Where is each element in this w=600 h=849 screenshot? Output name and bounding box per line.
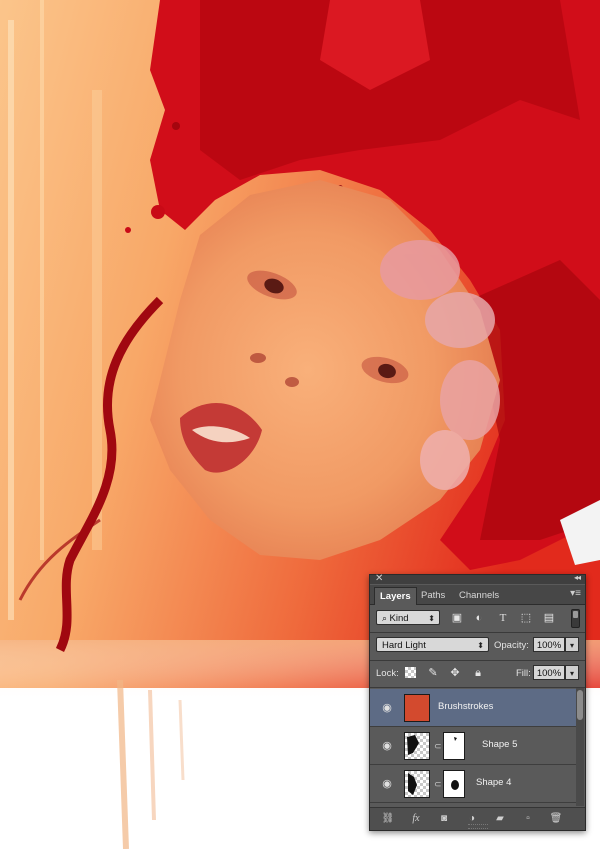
lock-row: Lock: ✎ ✥ 🔒︎ Fill: 100% ▾ [370,663,585,685]
new-layer-icon[interactable]: ▫ [520,811,536,827]
link-chain-icon[interactable]: ⊂ [434,741,442,752]
layers-panel: ✕ ◂◂ Layers Paths Channels ▾≡ ⌕ Kind ⬍ ▣… [369,573,586,831]
tab-channels[interactable]: Channels [454,587,504,604]
lock-position-icon[interactable]: ✥ [448,666,462,680]
panel-tabs: Layers Paths Channels ▾≡ [370,585,585,605]
mask-shape-icon [451,780,459,790]
fx-icon[interactable]: fx [408,811,424,827]
blend-mode-dropdown[interactable]: Hard Light ⬍ [376,637,489,652]
fill-label: Fill: [516,668,531,679]
lock-transparent-icon[interactable] [405,667,416,678]
close-icon[interactable]: ✕ [375,573,383,584]
panel-footer: ⛓︎ fx ◙ ◑ ▰ ▫ 🗑︎ [370,807,585,830]
opacity-label: Opacity: [494,640,529,651]
layer-thumbnail [404,770,430,798]
adjustment-filter-icon[interactable]: ◐ [472,611,486,625]
filter-row: ⌕ Kind ⬍ ▣ ◐ T ⬚ ▤ [370,608,585,630]
type-filter-icon[interactable]: T [496,611,510,625]
fill-slider-toggle[interactable]: ▾ [565,665,579,680]
divider [370,632,585,633]
layer-name[interactable]: Brushstrokes [438,701,493,712]
filter-kind-dropdown[interactable]: ⌕ Kind ⬍ [376,610,440,625]
blend-row: Hard Light ⬍ Opacity: 100% ▾ [370,635,585,657]
visibility-eye-icon[interactable]: ◉ [379,778,395,790]
opacity-input[interactable]: 100% [533,637,565,652]
vector-mask-thumbnail [443,770,465,798]
layer-thumbnail [404,732,430,760]
image-filter-icon[interactable]: ▣ [450,611,464,625]
panel-menu-icon[interactable]: ▾≡ [570,588,581,599]
lock-label: Lock: [376,668,399,679]
vector-mask-thumbnail [443,732,465,760]
fill-input[interactable]: 100% [533,665,565,680]
visibility-eye-icon[interactable]: ◉ [379,740,395,752]
scrollbar-thumb[interactable] [577,690,583,720]
resize-grip[interactable] [468,824,488,829]
link-layers-icon[interactable]: ⛓︎ [380,811,396,827]
trash-icon[interactable]: 🗑︎ [548,811,564,827]
tab-layers[interactable]: Layers [374,587,417,605]
filter-kind-label: Kind [389,613,409,624]
layer-name[interactable]: Shape 5 [482,739,517,750]
chevron-updown-icon: ⬍ [477,641,484,650]
panel-titlebar: ✕ ◂◂ [370,573,585,584]
smart-object-filter-icon[interactable]: ▤ [542,611,556,625]
divider [370,687,585,688]
blend-mode-value: Hard Light [382,640,426,651]
search-icon: ⌕ [382,613,390,623]
chevron-updown-icon: ⬍ [428,614,435,623]
tab-paths[interactable]: Paths [416,587,450,604]
lock-all-icon[interactable]: 🔒︎ [471,666,485,680]
shape-icon [407,735,419,755]
layer-row-shape-5[interactable]: ◉ ⊂ Shape 5 [370,727,576,765]
add-mask-icon[interactable]: ◙ [436,811,452,827]
layer-row-brushstrokes[interactable]: ◉ Brushstrokes [370,689,576,727]
shape-icon [408,773,417,795]
link-chain-icon[interactable]: ⊂ [434,779,442,790]
divider [370,660,585,661]
lock-paint-icon[interactable]: ✎ [426,666,440,680]
mask-shape-icon [454,737,457,741]
filter-toggle[interactable] [571,609,580,628]
new-group-icon[interactable]: ▰ [492,811,508,827]
opacity-slider-toggle[interactable]: ▾ [565,637,579,652]
layer-row-shape-4[interactable]: ◉ ⊂ Shape 4 [370,765,576,803]
layers-scrollbar[interactable] [576,688,584,806]
shape-filter-icon[interactable]: ⬚ [519,611,533,625]
layer-name[interactable]: Shape 4 [476,777,511,788]
layer-thumbnail [404,694,430,722]
collapse-panel-icon[interactable]: ◂◂ [574,573,581,582]
visibility-eye-icon[interactable]: ◉ [379,702,395,714]
